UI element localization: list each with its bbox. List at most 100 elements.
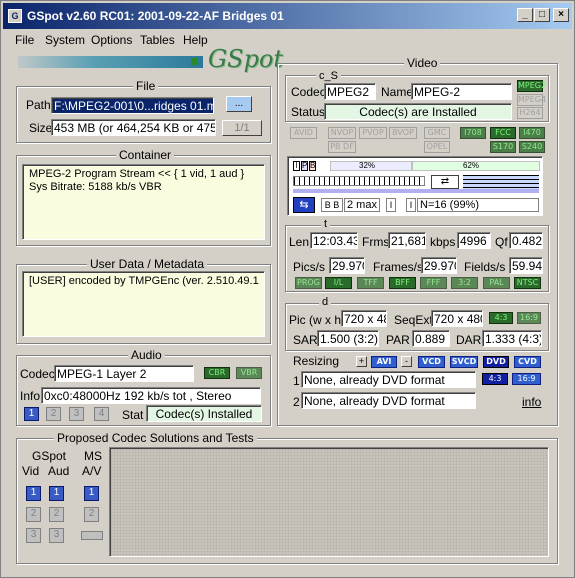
pic-field[interactable]: 720 x 48 bbox=[341, 310, 387, 327]
title-bar[interactable]: G GSpot v2.60 RC01: 2001-09-22-AF Bridge… bbox=[3, 3, 572, 29]
minimize-button[interactable]: _ bbox=[517, 8, 533, 22]
menu-tables[interactable]: Tables bbox=[140, 33, 175, 47]
menu-file[interactable]: File bbox=[15, 33, 34, 47]
svcd-button[interactable]: SVCD bbox=[450, 356, 478, 368]
resize-169-button[interactable]: 16:9 bbox=[512, 373, 541, 385]
qf-label: Qf bbox=[495, 235, 508, 249]
menu-system[interactable]: System bbox=[45, 33, 85, 47]
sar-field[interactable]: 1.500 (3:2) bbox=[317, 330, 379, 347]
opel-indicator: OPEL bbox=[424, 141, 450, 153]
vid-solution-3[interactable]: 3 bbox=[26, 528, 41, 543]
fff-indicator: FFF bbox=[420, 277, 447, 289]
resize-row-1-field[interactable]: None, already DVD format bbox=[301, 371, 476, 388]
par-label: PAR bbox=[386, 333, 410, 347]
i-marker-1: I bbox=[386, 198, 396, 212]
video-name-field[interactable]: MPEG-2 bbox=[411, 83, 512, 100]
video-status-label: Status bbox=[291, 105, 326, 119]
len-label: Len bbox=[289, 235, 310, 249]
pics-label: Pics/s bbox=[293, 260, 326, 274]
avi-button[interactable]: AVI bbox=[371, 356, 397, 368]
menu-help[interactable]: Help bbox=[183, 33, 208, 47]
audio-stream-4[interactable]: 4 bbox=[94, 407, 109, 421]
resize-row-2-label: 2 bbox=[293, 395, 300, 409]
audio-info-field[interactable]: 0xc0:48000Hz 192 kb/s tot , Stereo bbox=[41, 387, 261, 404]
resize-row-1-label: 1 bbox=[293, 374, 300, 388]
seqext-label: SeqExt bbox=[394, 313, 433, 327]
aud-solution-1[interactable]: 1 bbox=[49, 486, 64, 501]
pbdf-indicator: PB DF bbox=[328, 141, 356, 153]
audio-stat-field[interactable]: Codec(s) Installed bbox=[146, 405, 262, 422]
frame-type-p: P bbox=[301, 161, 308, 171]
menu-bar: File System Options Tables Help bbox=[3, 30, 572, 50]
gop-frame-strip bbox=[293, 176, 425, 186]
aud-solution-2[interactable]: 2 bbox=[49, 507, 64, 522]
maximize-button[interactable]: □ bbox=[534, 8, 550, 22]
seqext-field[interactable]: 720 x 480 bbox=[431, 310, 483, 327]
close-button[interactable]: × bbox=[553, 8, 569, 22]
browse-button[interactable]: ... bbox=[226, 96, 252, 112]
ntsc-indicator: NTSC bbox=[514, 277, 541, 289]
resize-minus-button[interactable]: - bbox=[401, 356, 412, 367]
timing-subgroup-title: t bbox=[321, 218, 331, 230]
vcd-button[interactable]: VCD bbox=[418, 356, 445, 368]
cbr-indicator: CBR bbox=[204, 367, 230, 379]
info-link[interactable]: info bbox=[522, 395, 541, 409]
path-field[interactable]: F:\MPEG2-001\0...ridges 01.mpg bbox=[51, 97, 214, 114]
dar-field[interactable]: 1.333 (4:3) bbox=[482, 330, 542, 347]
vid-col-label: Vid bbox=[22, 464, 40, 478]
ms-col-label: MS bbox=[84, 449, 102, 463]
pct-bar-1: 32% bbox=[359, 161, 376, 170]
par-field[interactable]: 0.889 bbox=[412, 330, 450, 347]
resize-plus-button[interactable]: + bbox=[356, 356, 367, 367]
video-name-label: Name bbox=[381, 85, 414, 99]
audio-codec-field[interactable]: MPEG-1 Layer 2 bbox=[54, 365, 194, 382]
h264-indicator: H264 bbox=[517, 107, 543, 119]
audio-stream-1[interactable]: 1 bbox=[24, 407, 39, 421]
video-status-field[interactable]: Codec(s) are Installed bbox=[324, 103, 512, 120]
size-field[interactable]: 453 MB (or 464,254 KB or 475,39 bbox=[51, 119, 216, 136]
avid-indicator: AVID bbox=[290, 127, 317, 139]
pics-field[interactable]: 29.970 bbox=[329, 257, 365, 274]
audio-info-label: Info bbox=[20, 389, 41, 403]
av-solution-blank[interactable] bbox=[81, 531, 103, 540]
gop-zoom-icon[interactable]: ⇄ bbox=[431, 175, 459, 189]
fields-field[interactable]: 59.94 bbox=[509, 257, 543, 274]
fcc-indicator: FCC bbox=[490, 127, 516, 139]
len-field[interactable]: 12:03.43 bbox=[310, 232, 358, 249]
resize-row-2-field[interactable]: None, already DVD format bbox=[301, 392, 476, 409]
audio-stream-3[interactable]: 3 bbox=[69, 407, 84, 421]
dvd-button[interactable]: DVD bbox=[483, 356, 509, 368]
frames-field[interactable]: 29.970 bbox=[421, 257, 457, 274]
container-info-box: MPEG-2 Program Stream << { 1 vid, 1 aud … bbox=[22, 164, 265, 240]
vbr-indicator: VBR bbox=[236, 367, 262, 379]
mpeg2-indicator: MPEG2 bbox=[517, 80, 547, 92]
codec-subgroup-title: c_S bbox=[316, 70, 341, 82]
page-counter: 1/1 bbox=[222, 120, 262, 136]
cvd-button[interactable]: CVD bbox=[514, 356, 541, 368]
audio-stream-2[interactable]: 2 bbox=[46, 407, 61, 421]
av-solution-2[interactable]: 2 bbox=[84, 507, 99, 522]
aud-solution-3[interactable]: 3 bbox=[49, 528, 64, 543]
aud-col-label: Aud bbox=[48, 464, 70, 478]
resize-43-button[interactable]: 4:3 bbox=[482, 373, 508, 385]
vid-solution-1[interactable]: 1 bbox=[26, 486, 41, 501]
qf-field[interactable]: 0.482 bbox=[509, 232, 543, 249]
n-field: N=16 (99%) bbox=[417, 198, 539, 212]
av-solution-1[interactable]: 1 bbox=[84, 486, 99, 501]
bff-indicator: BFF bbox=[389, 277, 416, 289]
video-codec-field[interactable]: MPEG2 bbox=[324, 83, 376, 100]
file-group-title: File bbox=[133, 79, 159, 93]
av-col-label: A/V bbox=[82, 464, 102, 478]
mpeg4-indicator: MPEG4 bbox=[517, 94, 547, 106]
menu-options[interactable]: Options bbox=[91, 33, 132, 47]
32-indicator: 3:2 bbox=[451, 277, 478, 289]
video-group-title: Video bbox=[404, 56, 441, 70]
vid-solution-2[interactable]: 2 bbox=[26, 507, 41, 522]
gop-settings-icon[interactable]: ⇆ bbox=[293, 197, 315, 213]
frms-field[interactable]: 21,681 bbox=[388, 232, 426, 249]
logo: GSpot bbox=[208, 45, 284, 73]
i470-indicator: I470 bbox=[519, 127, 545, 139]
kbps-field[interactable]: 4996 bbox=[457, 232, 491, 249]
gop-line-graph bbox=[463, 175, 539, 189]
s170-indicator: S170 bbox=[490, 141, 516, 153]
